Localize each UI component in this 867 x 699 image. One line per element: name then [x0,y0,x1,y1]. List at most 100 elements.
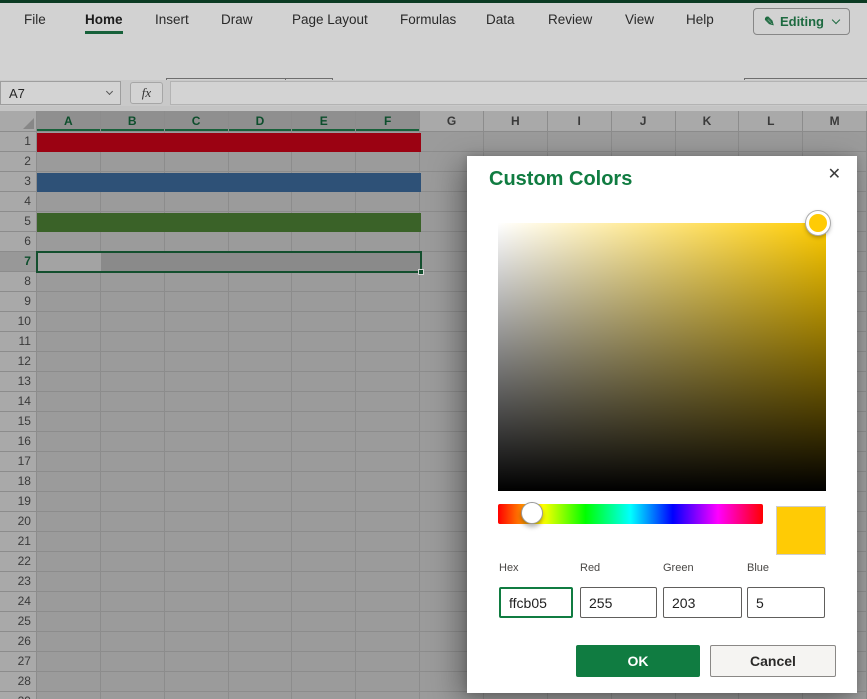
row-header-15[interactable]: 15 [0,412,37,432]
row-header-17[interactable]: 17 [0,452,37,472]
cell-F19[interactable] [356,492,420,512]
cell-I29[interactable] [548,692,612,699]
cell-D27[interactable] [229,652,293,672]
cell-M29[interactable] [803,692,867,699]
row-header-21[interactable]: 21 [0,532,37,552]
column-header-g[interactable]: G [420,111,484,132]
cell-D21[interactable] [229,532,293,552]
cell-E17[interactable] [292,452,356,472]
cell-F22[interactable] [356,552,420,572]
cell-A8[interactable] [37,272,101,292]
cell-B11[interactable] [101,332,165,352]
cell-E2[interactable] [292,152,356,172]
cell-B4[interactable] [101,192,165,212]
row-header-29[interactable]: 29 [0,692,37,699]
cell-B29[interactable] [101,692,165,699]
cell-C22[interactable] [165,552,229,572]
red-input[interactable] [580,587,657,618]
cell-E20[interactable] [292,512,356,532]
cell-D14[interactable] [229,392,293,412]
cell-C12[interactable] [165,352,229,372]
cell-D11[interactable] [229,332,293,352]
column-header-h[interactable]: H [484,111,548,132]
cell-E22[interactable] [292,552,356,572]
select-all-corner[interactable] [0,111,37,132]
row-header-2[interactable]: 2 [0,152,37,172]
cell-B2[interactable] [101,152,165,172]
cell-B25[interactable] [101,612,165,632]
cell-B19[interactable] [101,492,165,512]
blue-input[interactable] [747,587,825,618]
cell-C26[interactable] [165,632,229,652]
row-header-5[interactable]: 5 [0,212,37,232]
cell-E27[interactable] [292,652,356,672]
cell-C6[interactable] [165,232,229,252]
cell-C4[interactable] [165,192,229,212]
cell-F26[interactable] [356,632,420,652]
cell-F9[interactable] [356,292,420,312]
cell-A13[interactable] [37,372,101,392]
cell-B20[interactable] [101,512,165,532]
cell-A11[interactable] [37,332,101,352]
row-header-9[interactable]: 9 [0,292,37,312]
active-cell[interactable] [38,253,101,271]
cell-F17[interactable] [356,452,420,472]
cell-E8[interactable] [292,272,356,292]
cell-F21[interactable] [356,532,420,552]
column-header-b[interactable]: B [101,111,165,132]
menu-item-file[interactable]: File [24,3,46,36]
cell-G1[interactable] [420,132,484,152]
cell-A12[interactable] [37,352,101,372]
row-header-27[interactable]: 27 [0,652,37,672]
cell-L29[interactable] [739,692,803,699]
cell-A19[interactable] [37,492,101,512]
row-header-12[interactable]: 12 [0,352,37,372]
cell-D16[interactable] [229,432,293,452]
column-header-c[interactable]: C [165,111,229,132]
cell-A14[interactable] [37,392,101,412]
cell-B18[interactable] [101,472,165,492]
cell-A16[interactable] [37,432,101,452]
cell-E4[interactable] [292,192,356,212]
cell-K1[interactable] [676,132,740,152]
cell-E9[interactable] [292,292,356,312]
cell-D18[interactable] [229,472,293,492]
menu-item-draw[interactable]: Draw [221,3,253,36]
cell-J29[interactable] [612,692,676,699]
cell-D19[interactable] [229,492,293,512]
cell-B17[interactable] [101,452,165,472]
formula-input[interactable] [170,81,867,105]
cell-B9[interactable] [101,292,165,312]
row-header-16[interactable]: 16 [0,432,37,452]
cell-F24[interactable] [356,592,420,612]
cell-B13[interactable] [101,372,165,392]
cell-D9[interactable] [229,292,293,312]
cell-F8[interactable] [356,272,420,292]
row-header-23[interactable]: 23 [0,572,37,592]
cell-D26[interactable] [229,632,293,652]
cell-C24[interactable] [165,592,229,612]
green-input[interactable] [663,587,742,618]
cell-E25[interactable] [292,612,356,632]
cell-A25[interactable] [37,612,101,632]
cell-D22[interactable] [229,552,293,572]
column-header-j[interactable]: J [612,111,676,132]
cell-E13[interactable] [292,372,356,392]
cell-F10[interactable] [356,312,420,332]
cell-A20[interactable] [37,512,101,532]
menu-item-data[interactable]: Data [486,3,515,36]
cell-F4[interactable] [356,192,420,212]
filled-row-5[interactable] [37,213,421,232]
cell-D6[interactable] [229,232,293,252]
cell-D2[interactable] [229,152,293,172]
picker-handle[interactable] [806,211,830,235]
cell-H29[interactable] [484,692,548,699]
close-icon[interactable]: ✕ [828,164,841,184]
cell-D8[interactable] [229,272,293,292]
column-header-d[interactable]: D [229,111,293,132]
cell-B16[interactable] [101,432,165,452]
cell-F25[interactable] [356,612,420,632]
cell-B28[interactable] [101,672,165,692]
column-header-l[interactable]: L [739,111,803,132]
cell-A24[interactable] [37,592,101,612]
